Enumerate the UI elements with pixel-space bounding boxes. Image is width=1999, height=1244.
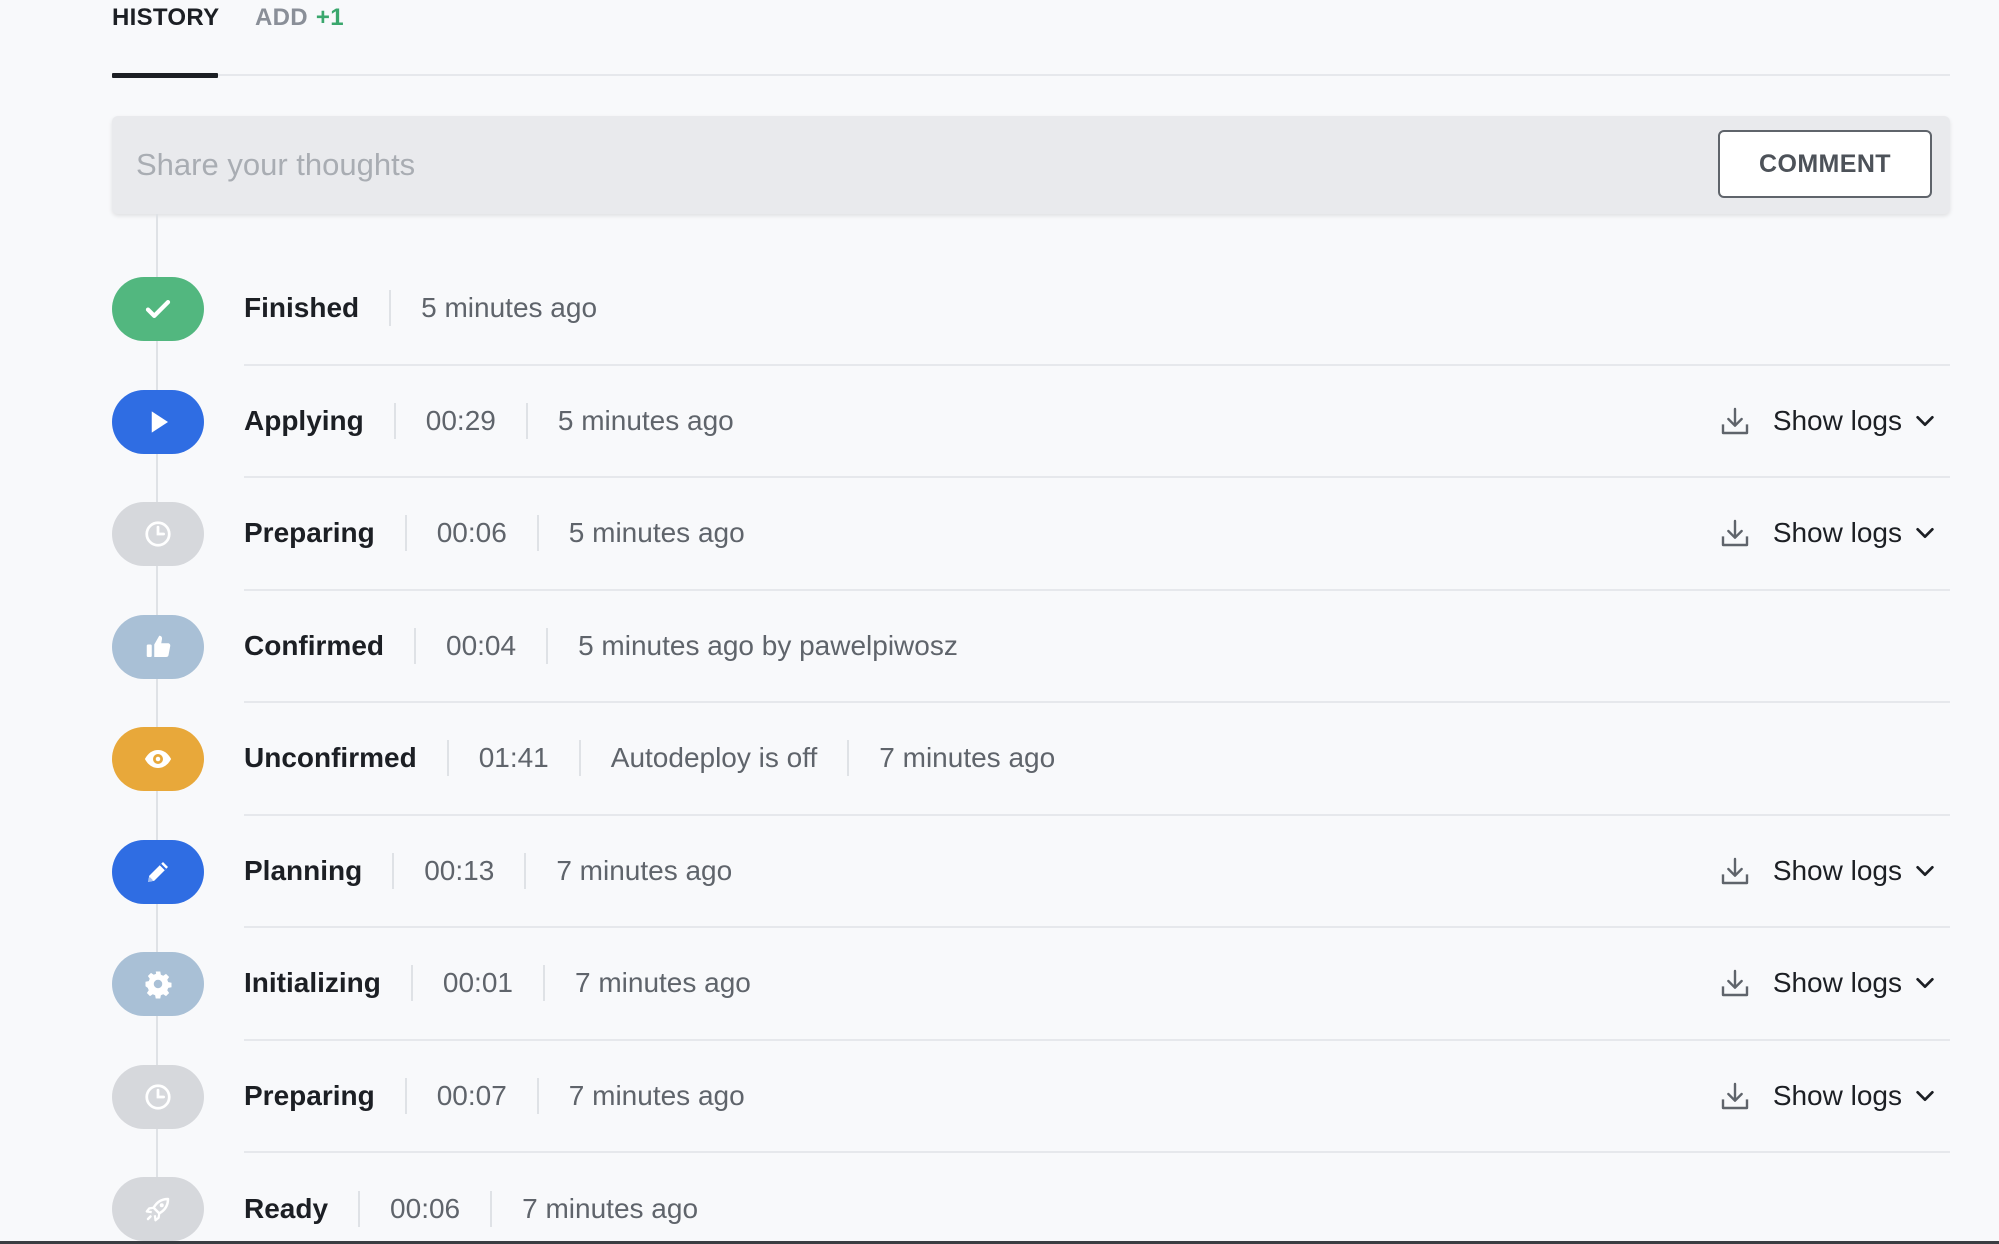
status-meta: Autodeploy is off: [578, 740, 848, 777]
rocket-icon: [143, 1194, 173, 1224]
comment-box: COMMENT: [112, 116, 1950, 214]
status-badge: [112, 389, 204, 454]
status-meta: 7 minutes ago: [847, 740, 1085, 777]
clock-icon: [143, 1082, 173, 1112]
timeline-row-content: Planning 00:13 7 minutes ago Show logs: [244, 816, 1950, 928]
timeline-row: Finished 5 minutes ago: [0, 253, 1999, 366]
show-logs-label: Show logs: [1772, 1079, 1902, 1111]
status-meta: 5 minutes ago by pawelpiwosz: [546, 627, 988, 664]
status-meta: 7 minutes ago: [536, 1077, 775, 1114]
status-meta: 5 minutes ago: [525, 402, 764, 439]
status-meta: 5 minutes ago: [536, 515, 775, 552]
download-icon[interactable]: [1719, 405, 1751, 437]
show-logs-label: Show logs: [1772, 967, 1902, 999]
chevron-down-icon: [1914, 410, 1936, 432]
show-logs-button[interactable]: Show logs: [1719, 405, 1950, 437]
comment-input[interactable]: [112, 116, 1702, 214]
tab-add-label: ADD: [255, 4, 308, 31]
timeline-row: Preparing 00:07 7 minutes ago Show logs: [0, 1041, 1999, 1153]
show-logs-label: Show logs: [1772, 854, 1902, 886]
download-icon[interactable]: [1719, 855, 1751, 887]
timeline-row-content: Unconfirmed 01:41 Autodeploy is off 7 minut…: [244, 703, 1950, 816]
tab-history[interactable]: HISTORY: [112, 0, 220, 78]
status-meta: 7 minutes ago: [490, 1191, 728, 1228]
status-meta: 7 minutes ago: [542, 965, 781, 1002]
tab-history-label: HISTORY: [112, 4, 220, 31]
chevron-down-icon: [1914, 1085, 1936, 1107]
status-badge: [112, 727, 204, 791]
comment-button[interactable]: COMMENT: [1718, 130, 1932, 198]
status-meta: 00:29: [393, 402, 526, 439]
pencil-icon: [143, 857, 173, 887]
status-meta: 00:06: [358, 1191, 490, 1228]
show-logs-label: Show logs: [1772, 517, 1902, 549]
status-badge: [112, 277, 204, 341]
check-icon: [143, 294, 173, 324]
timeline-row: Planning 00:13 7 minutes ago Show logs: [0, 816, 1999, 928]
status-badge: [112, 1064, 204, 1129]
tab-add-count: +1: [315, 4, 344, 31]
status-label: Preparing: [244, 1079, 375, 1111]
download-icon[interactable]: [1719, 967, 1751, 999]
show-logs-button[interactable]: Show logs: [1719, 855, 1950, 887]
gear-icon: [143, 969, 173, 999]
timeline-row-content: Finished 5 minutes ago: [244, 253, 1950, 366]
play-icon: [143, 407, 173, 437]
status-label: Preparing: [244, 517, 375, 549]
timeline-row: Applying 00:29 5 minutes ago Show logs: [0, 366, 1999, 478]
status-meta: 00:13: [392, 852, 524, 889]
show-logs-button[interactable]: Show logs: [1719, 517, 1950, 549]
chevron-down-icon: [1914, 860, 1936, 882]
status-meta: 00:07: [404, 1077, 537, 1114]
timeline-row: Preparing 00:06 5 minutes ago Show logs: [0, 478, 1999, 591]
status-meta: 00:06: [404, 515, 537, 552]
status-label: Confirmed: [244, 629, 384, 661]
timeline-row-content: Preparing 00:07 7 minutes ago Show logs: [244, 1041, 1950, 1153]
status-meta: 7 minutes ago: [524, 852, 762, 889]
timeline-row-content: Preparing 00:06 5 minutes ago Show logs: [244, 478, 1950, 591]
status-badge: [112, 839, 204, 904]
status-meta: 00:01: [410, 965, 543, 1002]
status-label: Ready: [244, 1193, 329, 1225]
show-logs-label: Show logs: [1772, 404, 1902, 436]
status-badge: [112, 614, 204, 679]
status-label: Unconfirmed: [244, 742, 417, 774]
status-badge: [112, 952, 204, 1016]
timeline-row-content: Applying 00:29 5 minutes ago Show logs: [244, 366, 1950, 478]
status-meta: 00:04: [414, 627, 546, 664]
status-badge: [112, 1177, 204, 1241]
status-label: Finished: [244, 292, 360, 324]
timeline-row: Unconfirmed 01:41 Autodeploy is off 7 minut…: [0, 703, 1999, 816]
timeline-row: Confirmed 00:04 5 minutes ago by pawelpiwo…: [0, 591, 1999, 703]
status-meta: 5 minutes ago: [389, 290, 627, 327]
timeline-row: Initializing 00:01 7 minutes ago Show logs: [0, 928, 1999, 1041]
timeline-row-content: Initializing 00:01 7 minutes ago Show logs: [244, 928, 1950, 1041]
download-icon[interactable]: [1719, 1080, 1751, 1112]
chevron-down-icon: [1914, 522, 1936, 544]
show-logs-button[interactable]: Show logs: [1719, 967, 1950, 999]
status-badge: [112, 502, 204, 566]
show-logs-button[interactable]: Show logs: [1719, 1080, 1950, 1112]
tab-bar: HISTORY ADD +1: [112, 0, 1950, 78]
timeline-list: Finished 5 minutes ago Applying 00:29 5 minu…: [0, 253, 1999, 1244]
tab-add[interactable]: ADD +1: [255, 0, 344, 76]
timeline-row-content: Confirmed 00:04 5 minutes ago by pawelpiwo…: [244, 591, 1950, 703]
timeline-row: Ready 00:06 7 minutes ago: [0, 1153, 1999, 1244]
eye-icon: [143, 744, 173, 774]
status-label: Initializing: [244, 967, 381, 999]
thumbs-up-icon: [143, 632, 173, 662]
status-label: Planning: [244, 854, 363, 886]
status-label: Applying: [244, 404, 364, 436]
chevron-down-icon: [1914, 972, 1936, 994]
timeline-row-content: Ready 00:06 7 minutes ago: [244, 1153, 1950, 1244]
status-meta: 01:41: [446, 740, 579, 777]
download-icon[interactable]: [1719, 517, 1751, 549]
clock-icon: [143, 519, 173, 549]
